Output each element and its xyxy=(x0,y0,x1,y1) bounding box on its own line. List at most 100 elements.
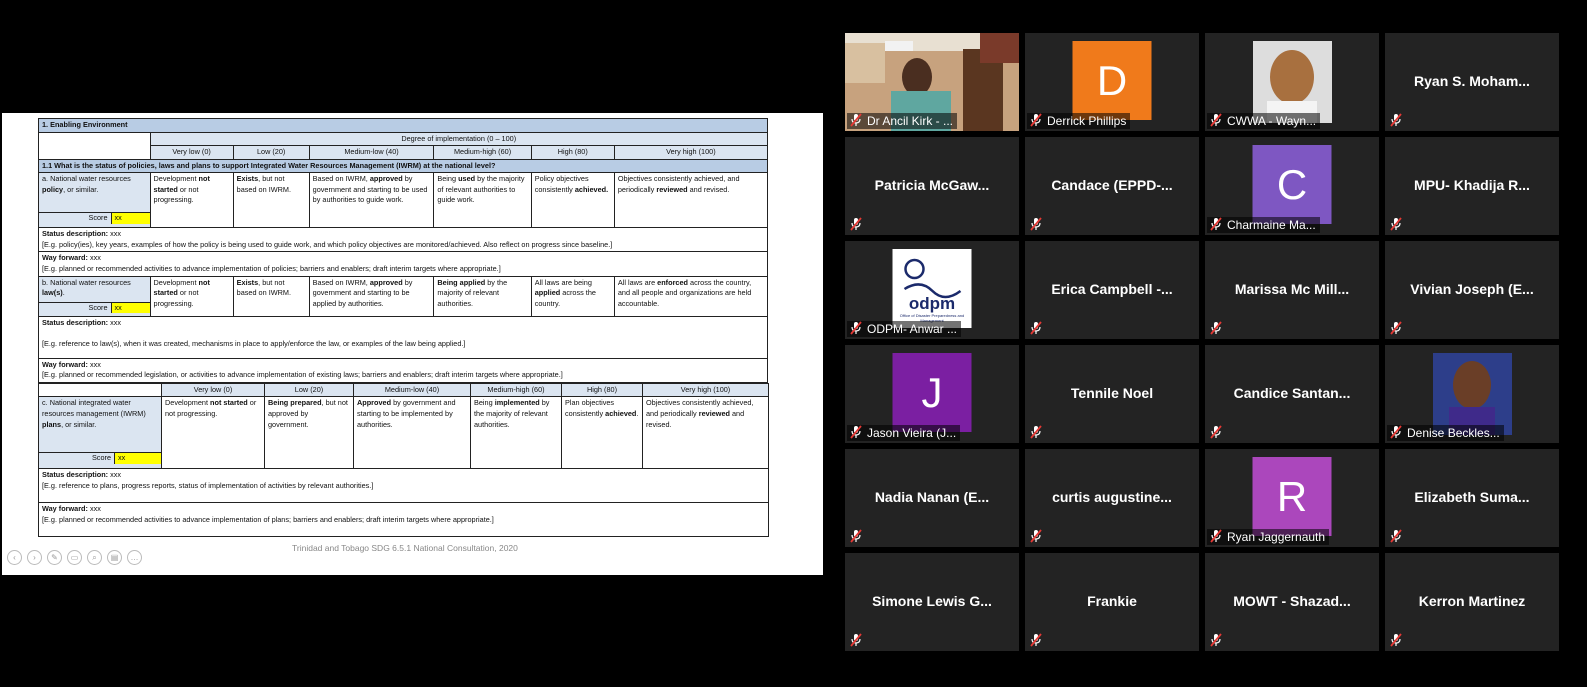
participant-name: curtis augustine... xyxy=(1052,489,1172,505)
participant-name: Charmaine Ma... xyxy=(1207,217,1320,233)
muted-microphone-icon xyxy=(1210,633,1222,647)
score-value: xx xyxy=(114,453,161,464)
level-header: Medium-high (60) xyxy=(433,145,532,160)
level-header: Very high (100) xyxy=(642,382,769,398)
participant-tile[interactable]: Candice Santan... xyxy=(1205,345,1379,443)
level-header: Medium-low (40) xyxy=(353,382,471,398)
muted-microphone-icon xyxy=(1210,529,1222,543)
participant-name: Vivian Joseph (E... xyxy=(1410,281,1534,297)
participant-name: MOWT - Shazad... xyxy=(1233,593,1351,609)
participant-avatar: R xyxy=(1252,457,1332,536)
muted-microphone-icon xyxy=(1390,321,1402,335)
participant-name: Elizabeth Suma... xyxy=(1414,489,1530,505)
muted-microphone-icon xyxy=(1030,217,1042,231)
level-cell: Being implemented by the majority of rel… xyxy=(470,396,562,470)
muted-microphone-icon xyxy=(850,217,862,231)
previous-icon[interactable]: ‹ xyxy=(7,550,22,565)
zoom-icon[interactable]: ⌕ xyxy=(87,550,102,565)
participant-tile[interactable]: Denise Beckles... xyxy=(1385,345,1559,443)
score-label: Score xyxy=(39,453,114,464)
participant-tile[interactable]: Dr Ancil Kirk - ... xyxy=(845,33,1019,131)
level-header: Medium-low (40) xyxy=(308,145,435,160)
level-cell: Exists, but not based on IWRM. xyxy=(232,275,310,317)
participant-tile[interactable]: C Charmaine Ma... xyxy=(1205,137,1379,235)
subtitles-icon[interactable]: ▤ xyxy=(107,550,122,565)
level-cell: Development not started or not progressi… xyxy=(161,396,265,470)
organization-logo: odpm Office of Disaster Preparedness and … xyxy=(892,249,972,328)
level-header: Medium-high (60) xyxy=(470,382,562,398)
way-forward: Way forward: xxx [E.g. planned or recomme… xyxy=(38,251,768,277)
level-cell: Policy objectives consistently achieved. xyxy=(530,172,615,229)
level-cell: Approved by government and starting to b… xyxy=(353,396,471,470)
participant-tile[interactable]: curtis augustine... xyxy=(1025,449,1199,547)
pen-icon[interactable]: ✎ xyxy=(47,550,62,565)
muted-microphone-icon xyxy=(1390,633,1402,647)
muted-microphone-icon xyxy=(850,529,862,543)
participant-tile[interactable]: MPU- Khadija R... xyxy=(1385,137,1559,235)
participant-tile[interactable]: odpm Office of Disaster Preparedness and … xyxy=(845,241,1019,339)
level-cell: Objectives consistently achieved, and pe… xyxy=(613,172,769,229)
muted-microphone-icon xyxy=(1030,633,1042,647)
participant-name: Marissa Mc Mill... xyxy=(1234,281,1350,297)
participant-tile[interactable]: R Ryan Jaggernauth xyxy=(1205,449,1379,547)
participant-name: Erica Campbell -... xyxy=(1051,281,1173,297)
more-icon[interactable]: … xyxy=(127,550,142,565)
score-value: xx xyxy=(110,213,150,224)
participant-tile[interactable]: Frankie xyxy=(1025,553,1199,651)
row-label-law: b. National water resources law(s). Scor… xyxy=(38,275,151,317)
level-header: High (80) xyxy=(530,145,615,160)
slides-icon[interactable]: ▭ xyxy=(67,550,82,565)
question-title: 1.1 What is the status of policies, laws… xyxy=(38,158,768,174)
participant-name: Dr Ancil Kirk - ... xyxy=(847,113,958,129)
score-label: Score xyxy=(39,213,111,224)
participant-tile[interactable]: Simone Lewis G... xyxy=(845,553,1019,651)
participant-tile[interactable]: Candace (EPPD-... xyxy=(1025,137,1199,235)
participant-name: Denise Beckles... xyxy=(1387,425,1504,441)
level-cell: All laws are being applied across the co… xyxy=(530,275,615,317)
participant-tile[interactable]: Elizabeth Suma... xyxy=(1385,449,1559,547)
level-cell: Development not started or not progressi… xyxy=(149,275,234,317)
participant-tile[interactable]: Marissa Mc Mill... xyxy=(1205,241,1379,339)
muted-microphone-icon xyxy=(1030,321,1042,335)
status-description: Status description: xxx [E.g. reference t… xyxy=(38,468,769,504)
participant-tile[interactable]: Erica Campbell -... xyxy=(1025,241,1199,339)
level-cell: Plan objectives consistently achieved. xyxy=(561,396,643,470)
participant-avatar: J xyxy=(892,353,972,432)
level-cell: All laws are enforced across the country… xyxy=(613,275,769,317)
participant-tile[interactable]: Vivian Joseph (E... xyxy=(1385,241,1559,339)
participant-tile[interactable]: Ryan S. Moham... xyxy=(1385,33,1559,131)
participant-tile[interactable]: Patricia McGaw... xyxy=(845,137,1019,235)
way-forward: Way forward: xxx [E.g. planned or recomme… xyxy=(38,502,769,538)
participant-name: ODPM- Anwar ... xyxy=(847,321,962,337)
level-cell: Being applied by the majority of relevan… xyxy=(433,275,532,317)
participant-name: Ryan S. Moham... xyxy=(1414,73,1530,89)
table-policy-section: 1. Enabling Environment Degree of implem… xyxy=(38,118,769,383)
participant-tile[interactable]: D Derrick Phillips xyxy=(1025,33,1199,131)
way-forward: Way forward: xxx [E.g. planned or recomme… xyxy=(38,357,768,383)
muted-microphone-icon xyxy=(1210,425,1222,439)
score-label: Score xyxy=(39,302,111,314)
participant-tile[interactable]: MOWT - Shazad... xyxy=(1205,553,1379,651)
level-header: Low (20) xyxy=(264,382,354,398)
participant-tile[interactable]: Tennile Noel xyxy=(1025,345,1199,443)
participant-name: Tennile Noel xyxy=(1070,385,1154,401)
participant-tile[interactable]: Nadia Nanan (E... xyxy=(845,449,1019,547)
level-header: Very low (0) xyxy=(161,382,265,398)
participant-tile[interactable]: Kerron Martinez xyxy=(1385,553,1559,651)
muted-microphone-icon xyxy=(850,321,862,335)
level-cell: Development not started or not progressi… xyxy=(149,172,234,229)
muted-microphone-icon xyxy=(1030,529,1042,543)
row-label-policy: a. National water resources policy, or s… xyxy=(38,172,151,229)
row-label-plans: c. National integrated water resources m… xyxy=(38,396,162,470)
muted-microphone-icon xyxy=(850,113,862,127)
participant-name: Frankie xyxy=(1087,593,1137,609)
participant-tile[interactable]: J Jason Vieira (J... xyxy=(845,345,1019,443)
participant-name: Ryan Jaggernauth xyxy=(1207,529,1330,545)
section-title: 1. Enabling Environment xyxy=(38,118,768,133)
next-icon[interactable]: › xyxy=(27,550,42,565)
participant-tile[interactable]: CWWA - Wayn... xyxy=(1205,33,1379,131)
muted-microphone-icon xyxy=(1030,113,1042,127)
level-header: Very high (100) xyxy=(613,145,769,160)
slide-footer: Trinidad and Tobago SDG 6.5.1 National C… xyxy=(292,543,518,553)
muted-microphone-icon xyxy=(1030,425,1042,439)
